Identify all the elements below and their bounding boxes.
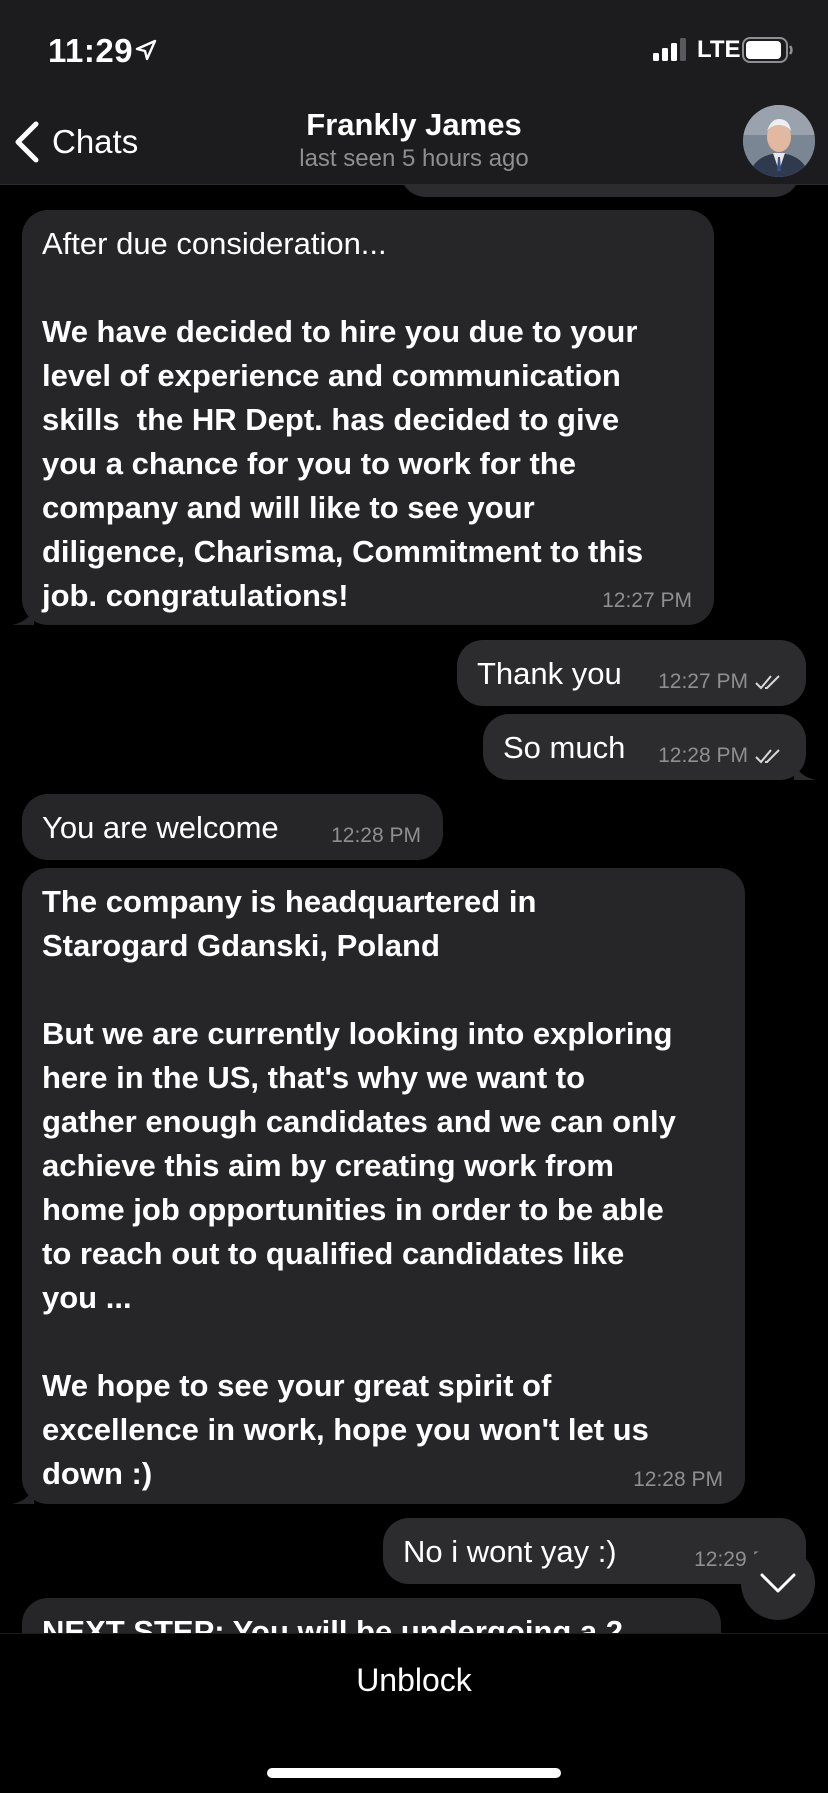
back-button[interactable]: Chats [12,114,138,170]
chat-header: Chats Frankly James last seen 5 hours ag… [0,100,828,185]
location-arrow-icon [135,39,157,61]
message-list[interactable]: After due consideration... We have decid… [0,185,828,1633]
battery-icon [742,37,793,63]
network-type: LTE [697,36,741,63]
back-label: Chats [52,123,139,160]
message-bubble-incoming[interactable]: You are welcome 12:28 PM [22,794,443,860]
message-text: We have decided to hire you due to your … [42,314,644,613]
message-text: After due consideration... [42,226,387,261]
chevron-left-icon [15,121,39,163]
avatar[interactable] [743,105,815,177]
message-bubble-outgoing[interactable]: Thank you 12:27 PM [457,640,806,706]
message-text: NEXT STEP: You will be undergoing a 2 [42,1614,624,1633]
message-text: The company is headquartered in Starogar… [42,884,537,963]
message-bubble-incoming[interactable]: After due consideration... We have decid… [12,210,714,625]
unblock-button[interactable]: Unblock [0,1662,828,1699]
home-indicator[interactable] [267,1768,561,1778]
scroll-to-bottom-button[interactable] [741,1546,815,1620]
message-bubble-incoming[interactable]: The company is headquartered in Starogar… [12,868,745,1504]
message-bubble-outgoing[interactable]: So much 12:28 PM [483,714,816,780]
status-bar: 11:29 LTE [0,0,828,100]
message-bubble-incoming[interactable]: NEXT STEP: You will be undergoing a 2 [22,1598,721,1633]
double-check-icon [755,749,780,764]
chat-title[interactable]: Frankly James last seen 5 hours ago [200,106,628,174]
message-time: 12:28 PM [633,1468,723,1491]
signal-bars-icon [653,38,686,61]
message-text: We hope to see your great spirit of exce… [42,1368,649,1491]
bubble-tail [12,1482,34,1504]
message-time: 12:27 PM [658,670,784,694]
message-time: 12:27 PM [602,589,692,612]
bubble-tail [12,603,34,625]
double-check-icon [755,675,780,690]
last-seen-status: last seen 5 hours ago [299,145,529,172]
status-time: 11:29 [48,32,134,69]
message-time: 12:28 PM [331,824,421,847]
chevron-down-icon [760,1573,796,1593]
previous-outgoing-bubble [400,185,800,197]
contact-name: Frankly James [306,107,522,142]
bottom-bar: Unblock [0,1633,828,1793]
bubble-tail [794,758,816,780]
message-time: 12:28 PM [658,744,784,768]
message-text: But we are currently looking into explor… [42,1016,676,1315]
contact-photo [743,105,815,177]
